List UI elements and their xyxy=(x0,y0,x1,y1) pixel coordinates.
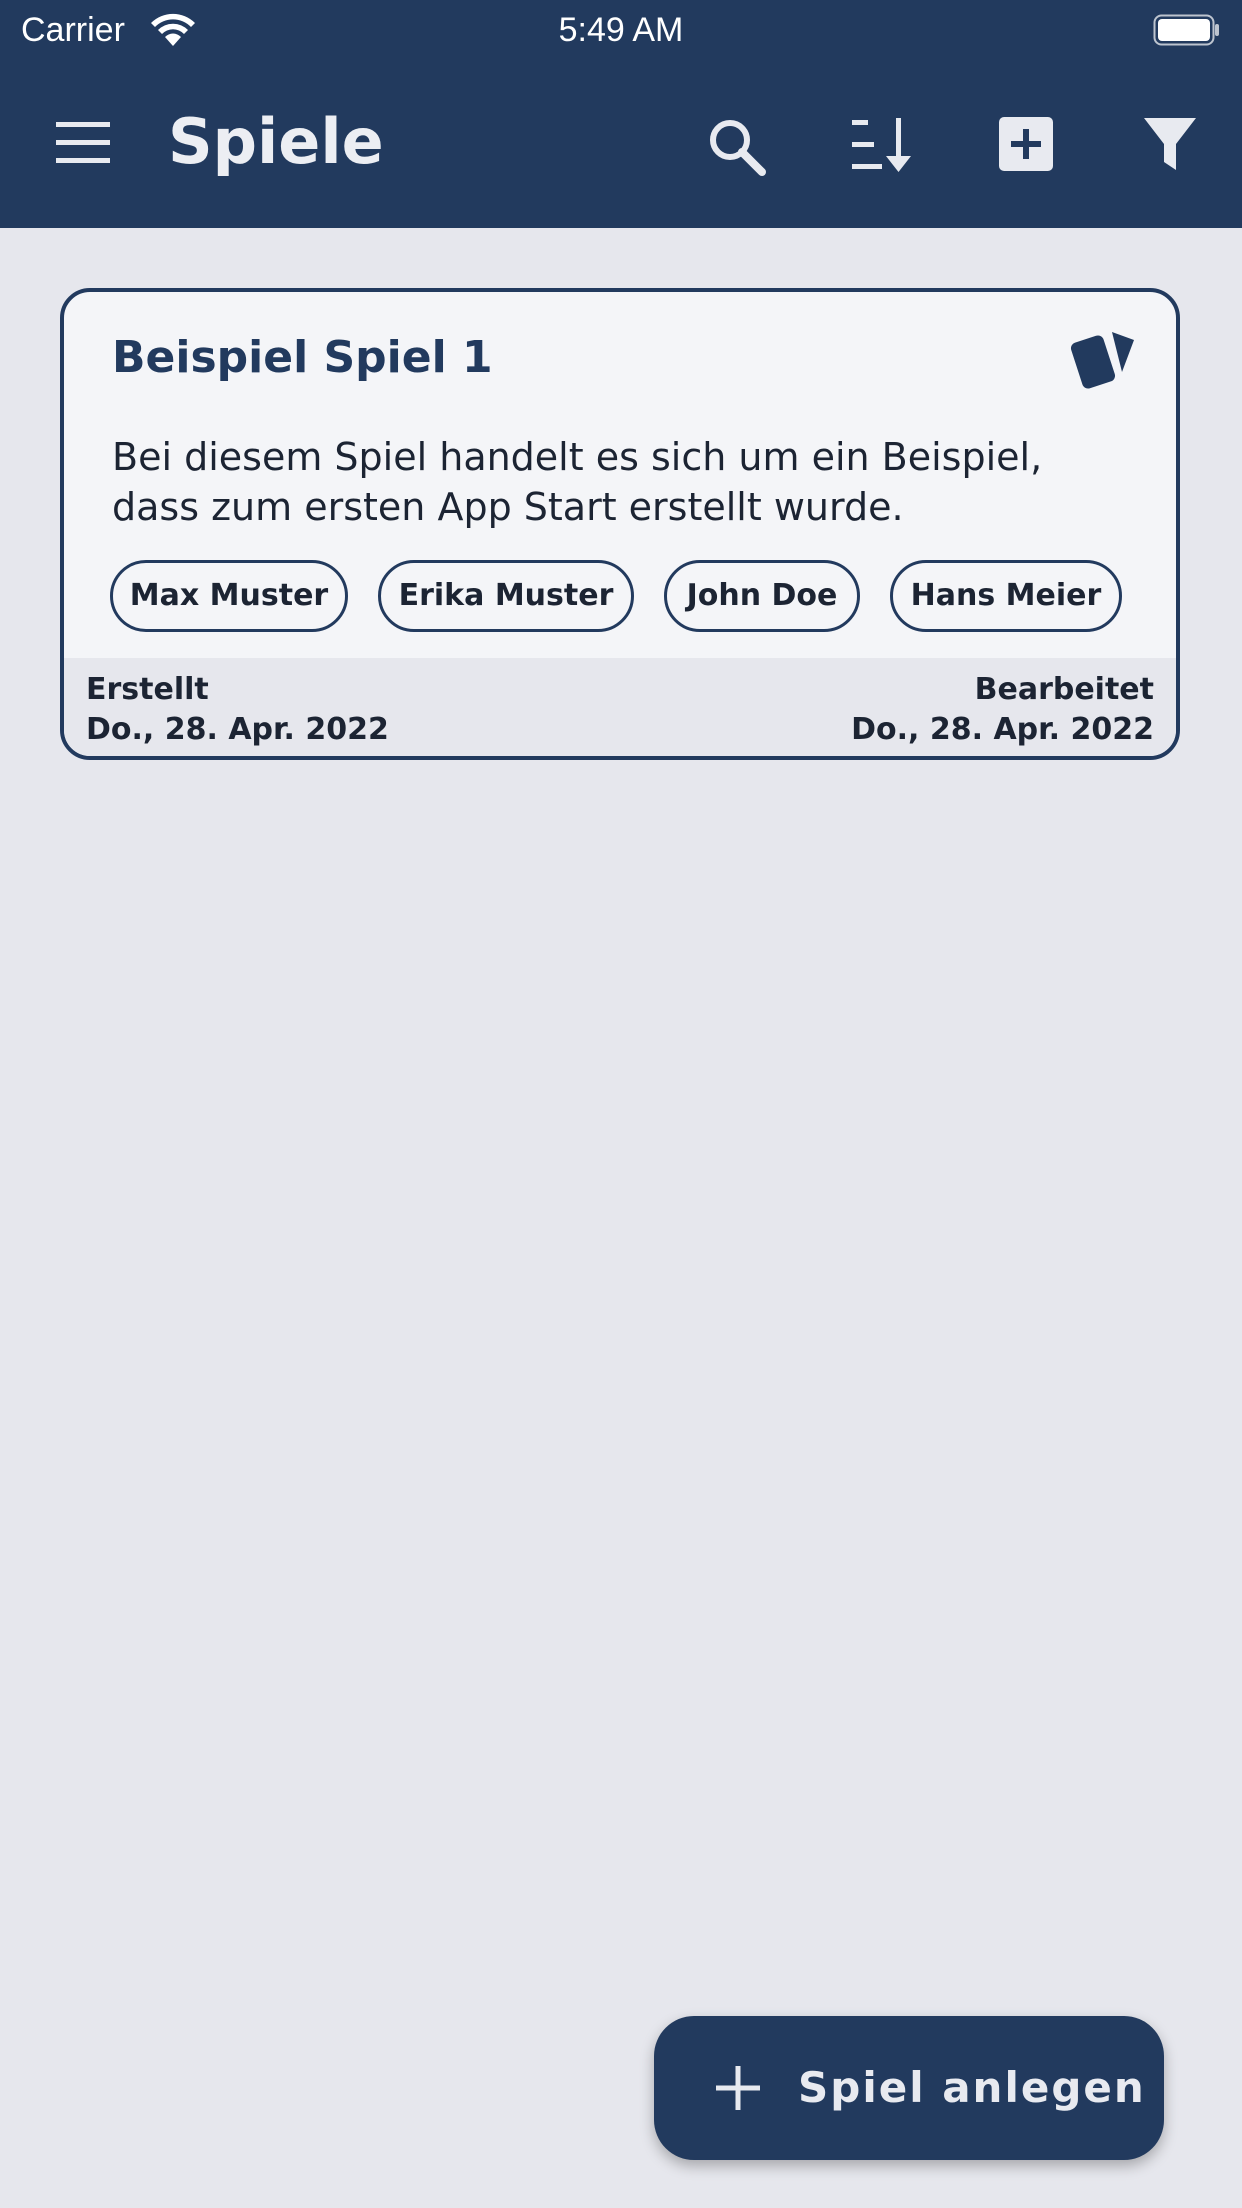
add-game-button[interactable]: Spiel anlegen xyxy=(654,2016,1164,2160)
game-card[interactable]: Beispiel Spiel 1 Bei diesem Spiel handel… xyxy=(60,288,1180,760)
battery-icon xyxy=(1153,14,1219,46)
edited-label: Bearbeitet xyxy=(974,672,1154,707)
created-date: Do., 28. Apr. 2022 xyxy=(86,712,389,747)
plus-icon xyxy=(716,2066,760,2110)
created-info: Erstellt Do., 28. Apr. 2022 xyxy=(86,670,389,750)
add-box-icon[interactable] xyxy=(998,116,1054,172)
sort-icon[interactable] xyxy=(850,116,916,174)
edited-info: Bearbeitet Do., 28. Apr. 2022 xyxy=(851,670,1154,750)
filter-icon[interactable] xyxy=(1142,116,1198,172)
player-chip[interactable]: Erika Muster xyxy=(378,560,634,632)
player-chip[interactable]: John Doe xyxy=(664,560,860,632)
game-description: Bei diesem Spiel handelt es sich um ein … xyxy=(112,435,1043,529)
cards-icon xyxy=(1070,332,1134,389)
menu-icon[interactable] xyxy=(54,118,112,168)
status-time: 5:49 AM xyxy=(558,11,684,49)
edited-date: Do., 28. Apr. 2022 xyxy=(851,712,1154,747)
player-chip[interactable]: Hans Meier xyxy=(890,560,1122,632)
card-footer: Erstellt Do., 28. Apr. 2022 Bearbeitet D… xyxy=(64,658,1176,756)
search-icon[interactable] xyxy=(706,116,768,178)
created-label: Erstellt xyxy=(86,672,209,707)
player-chip[interactable]: Max Muster xyxy=(110,560,348,632)
app-header: Carrier 5:49 AM Spiele xyxy=(0,0,1242,228)
game-title: Beispiel Spiel 1 xyxy=(112,332,493,383)
page-title: Spiele xyxy=(168,105,384,178)
status-bar: Carrier 5:49 AM xyxy=(0,0,1242,62)
add-game-label: Spiel anlegen xyxy=(798,2063,1146,2112)
